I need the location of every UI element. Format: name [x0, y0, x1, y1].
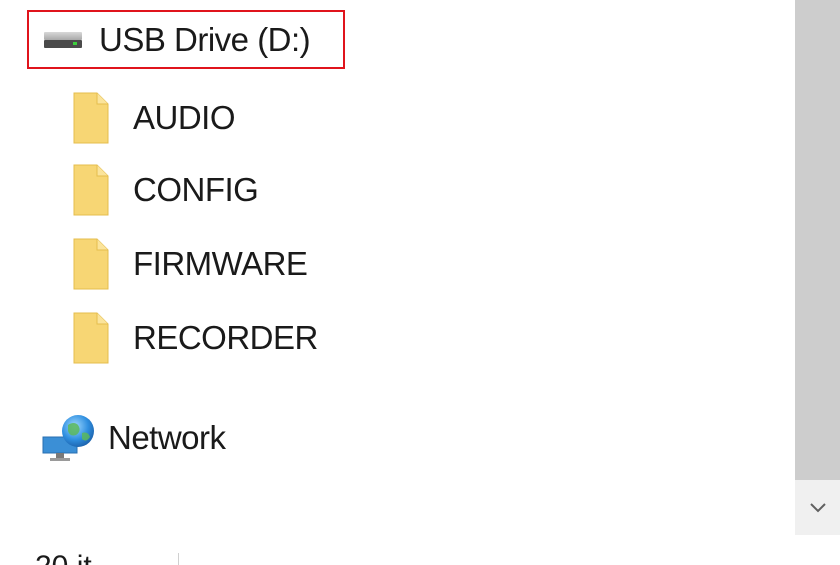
tree-item-label: RECORDER: [133, 319, 318, 356]
chevron-down-icon: [809, 503, 826, 513]
tree-item-config[interactable]: CONFIG: [73, 160, 259, 220]
folder-icon: [73, 238, 109, 290]
tree-item-label: CONFIG: [133, 171, 259, 208]
vertical-scrollbar[interactable]: [795, 0, 840, 535]
status-bar: 20 it: [0, 535, 840, 565]
status-divider: [178, 553, 179, 565]
tree-item-label: AUDIO: [133, 99, 236, 136]
scroll-down-button[interactable]: [795, 488, 840, 528]
network-icon: [40, 411, 98, 465]
tree-item-firmware[interactable]: FIRMWARE: [73, 234, 308, 294]
usb-drive-icon: [43, 30, 83, 50]
tree-item-label: FIRMWARE: [133, 245, 308, 282]
tree-item-recorder[interactable]: RECORDER: [73, 308, 318, 368]
status-item-count: 20 it: [35, 550, 92, 565]
tree-item-label: Network: [108, 419, 226, 456]
tree-item-network[interactable]: Network: [40, 410, 226, 466]
folder-icon: [73, 164, 109, 216]
navigation-pane: USB Drive (D:) AUDIO CONFIG FIRMWARE REC…: [0, 0, 795, 535]
tree-item-audio[interactable]: AUDIO: [73, 88, 236, 148]
folder-icon: [73, 312, 109, 364]
folder-icon: [73, 92, 109, 144]
tree-item-usb-drive[interactable]: USB Drive (D:): [27, 10, 345, 69]
scrollbar-thumb[interactable]: [795, 0, 840, 480]
tree-item-label: USB Drive (D:): [99, 20, 311, 58]
